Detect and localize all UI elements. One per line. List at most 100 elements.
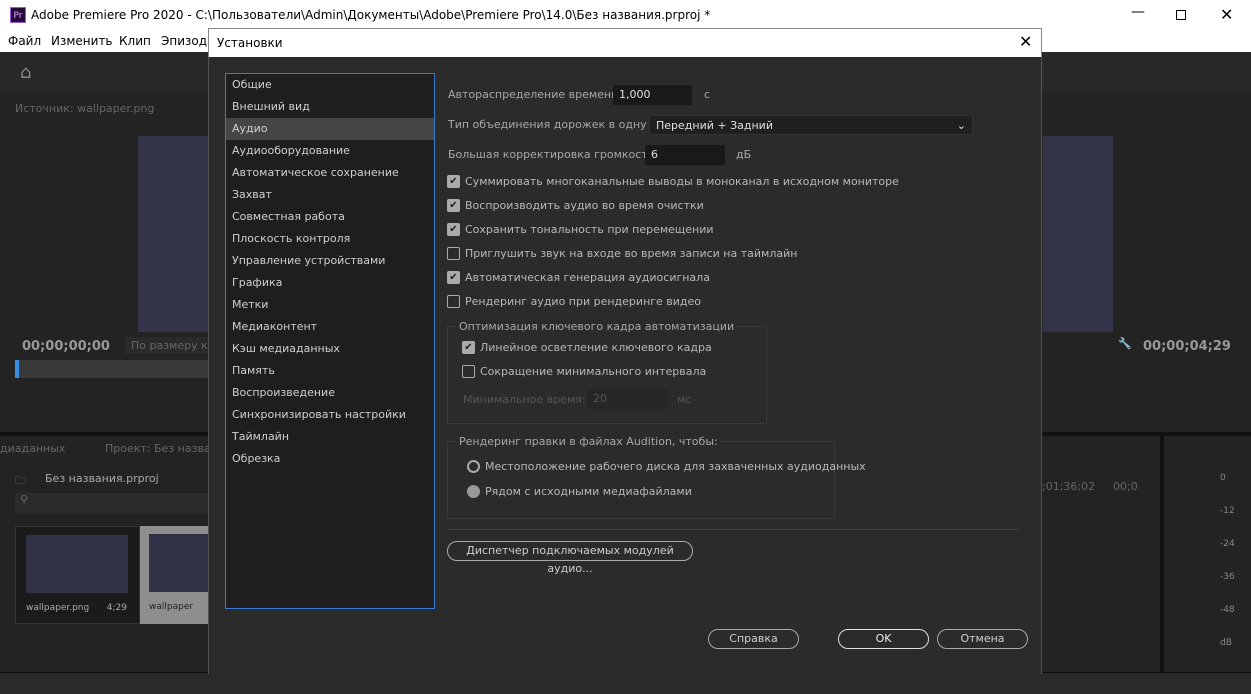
timeline-time: 00;0 xyxy=(1113,480,1138,493)
window-title: Adobe Premiere Pro 2020 - C:\Пользовател… xyxy=(31,8,711,22)
checkbox-option[interactable]: ✔ Суммировать многоканальные выводы в мон… xyxy=(447,175,899,188)
min-time-label: Минимальное время: xyxy=(463,393,586,406)
menu-file[interactable]: Файл xyxy=(8,34,41,48)
program-timecode: 00;00;04;29 xyxy=(1143,339,1231,354)
category-item[interactable]: Управление устройствами xyxy=(226,250,434,272)
keyframe-group-title: Оптимизация ключевого кадра автоматизаци… xyxy=(456,320,738,333)
category-item[interactable]: Медиаконтент xyxy=(226,316,434,338)
checkbox-checked-icon[interactable]: ✔ xyxy=(447,223,460,236)
project-search[interactable]: ⚲ xyxy=(15,493,208,513)
radio-option[interactable]: Местоположение рабочего диска для захвач… xyxy=(467,460,866,473)
checkbox-checked-icon[interactable]: ✔ xyxy=(447,199,460,212)
dialog-close-button[interactable]: ✕ xyxy=(1019,32,1032,51)
home-icon[interactable]: ⌂ xyxy=(20,62,31,83)
project-item[interactable]: wallpaper xyxy=(140,526,208,624)
radio-label: Местоположение рабочего диска для захвач… xyxy=(485,460,866,473)
source-preview xyxy=(138,136,208,332)
checkbox-option[interactable]: Сокращение минимального интервала xyxy=(462,365,706,378)
category-item[interactable]: Кэш медиаданных xyxy=(226,338,434,360)
close-window-button[interactable]: ✕ xyxy=(1220,5,1233,24)
checkbox-empty-icon[interactable] xyxy=(447,247,460,260)
program-preview xyxy=(1043,136,1113,332)
minimize-button[interactable]: — xyxy=(1131,4,1145,20)
checkbox-label: Сохранить тональность при перемещении xyxy=(465,223,714,236)
downmix-label: Тип объединения дорожек в одну 5.1: xyxy=(448,118,672,131)
category-item[interactable]: Плоскость контроля xyxy=(226,228,434,250)
audition-group-title: Рендеринг правки в файлах Audition, чтоб… xyxy=(456,435,721,448)
gain-input[interactable]: 6 xyxy=(645,145,725,165)
checkbox-option[interactable]: Приглушить звук на входе во время записи… xyxy=(447,247,797,260)
ok-button[interactable]: OK xyxy=(838,629,929,649)
checkbox-label: Сокращение минимального интервала xyxy=(480,365,707,378)
min-time-input[interactable]: 20 xyxy=(587,389,667,409)
menu-clip[interactable]: Клип xyxy=(119,34,151,48)
checkbox-option[interactable]: ✔ Линейное осветление ключевого кадра xyxy=(462,341,712,354)
category-item[interactable]: Совместная работа xyxy=(226,206,434,228)
audio-meter-scale: 0 -12 -24 -36 -48 dB xyxy=(1220,462,1235,660)
checkbox-empty-icon[interactable] xyxy=(462,365,475,378)
checkbox-label: Линейное осветление ключевого кадра xyxy=(480,341,712,354)
audio-plugin-manager-button[interactable]: Диспетчер подключаемых модулей аудио... xyxy=(447,541,693,575)
category-item[interactable]: Захват xyxy=(226,184,434,206)
min-time-unit: мс xyxy=(677,393,692,406)
app-titlebar: Pr Adobe Premiere Pro 2020 - C:\Пользова… xyxy=(0,0,1251,30)
category-item[interactable]: Воспроизведение xyxy=(226,382,434,404)
source-scrubber[interactable] xyxy=(15,360,208,378)
category-item[interactable]: Обрезка xyxy=(226,448,434,470)
checkbox-label: Рендеринг аудио при рендеринге видео xyxy=(465,295,702,308)
menu-edit[interactable]: Изменить xyxy=(51,34,113,48)
category-item[interactable]: Синхронизировать настройки xyxy=(226,404,434,426)
category-item[interactable]: Общие xyxy=(226,74,434,96)
checkbox-checked-icon[interactable]: ✔ xyxy=(462,341,475,354)
radio-option[interactable]: Рядом с исходными медиафайлами xyxy=(467,485,692,498)
autodist-input[interactable]: 1,000 xyxy=(613,85,692,105)
meter-label: -36 xyxy=(1220,572,1235,582)
category-item[interactable]: Аудио xyxy=(226,118,434,140)
audition-group: Рендеринг правки в файлах Audition, чтоб… xyxy=(447,435,835,519)
category-item[interactable]: Графика xyxy=(226,272,434,294)
project-item[interactable]: wallpaper.png 4;29 xyxy=(15,526,140,624)
fit-dropdown[interactable]: По размеру ка xyxy=(125,337,221,354)
category-item[interactable]: Аудиооборудование xyxy=(226,140,434,162)
downmix-dropdown[interactable]: Передний + Задний ⌄ xyxy=(649,115,973,135)
checkbox-empty-icon[interactable] xyxy=(447,295,460,308)
radio-icon[interactable] xyxy=(467,485,480,498)
premiere-logo: Pr xyxy=(10,7,26,23)
category-item[interactable]: Память xyxy=(226,360,434,382)
checkbox-checked-icon[interactable]: ✔ xyxy=(447,271,460,284)
gain-label: Большая корректировка громкости: xyxy=(448,148,659,161)
checkbox-label: Приглушить звук на входе во время записи… xyxy=(465,247,798,260)
cancel-button[interactable]: Отмена xyxy=(937,629,1028,649)
source-panel-tab[interactable]: Источник: wallpaper.png xyxy=(15,102,154,115)
tab-project[interactable]: Проект: Без назван xyxy=(105,442,218,455)
checkbox-option[interactable]: ✔ Автоматическая генерация аудиосигнала xyxy=(447,271,710,284)
chevron-down-icon: ⌄ xyxy=(956,119,966,132)
checkbox-label: Автоматическая генерация аудиосигнала xyxy=(465,271,710,284)
wrench-icon[interactable]: 🔧 xyxy=(1118,337,1132,350)
item-name: wallpaper.png xyxy=(26,603,90,613)
checkbox-label: Воспроизводить аудио во время очистки xyxy=(465,199,704,212)
dialog-titlebar: Установки ✕ xyxy=(208,28,1042,58)
meter-label: -12 xyxy=(1220,506,1235,516)
category-item[interactable]: Метки xyxy=(226,294,434,316)
checkbox-option[interactable]: ✔ Воспроизводить аудио во время очистки xyxy=(447,199,704,212)
gain-unit: дБ xyxy=(736,148,752,161)
radio-icon[interactable] xyxy=(467,460,480,473)
category-item[interactable]: Внешний вид xyxy=(226,96,434,118)
folder-icon: 🗀 xyxy=(15,474,26,487)
maximize-button[interactable] xyxy=(1176,10,1186,20)
radio-label: Рядом с исходными медиафайлами xyxy=(485,485,692,498)
item-duration: 4;29 xyxy=(106,603,127,613)
meter-label: dB xyxy=(1220,638,1232,648)
tab-metadata[interactable]: диаданных xyxy=(0,442,65,455)
category-item[interactable]: Автоматическое сохранение xyxy=(226,162,434,184)
category-item[interactable]: Таймлайн xyxy=(226,426,434,448)
timeline-time: ;01;36;02 xyxy=(1042,480,1096,493)
help-button[interactable]: Справка xyxy=(708,629,799,649)
menu-sequence[interactable]: Эпизод xyxy=(161,34,207,48)
checkbox-option[interactable]: Рендеринг аудио при рендеринге видео xyxy=(447,295,701,308)
category-list[interactable]: Общие Внешний вид Аудио Аудиооборудование Ав… xyxy=(225,73,435,609)
checkbox-option[interactable]: ✔ Сохранить тональность при перемещении xyxy=(447,223,714,236)
meter-label: -24 xyxy=(1220,539,1235,549)
checkbox-checked-icon[interactable]: ✔ xyxy=(447,175,460,188)
